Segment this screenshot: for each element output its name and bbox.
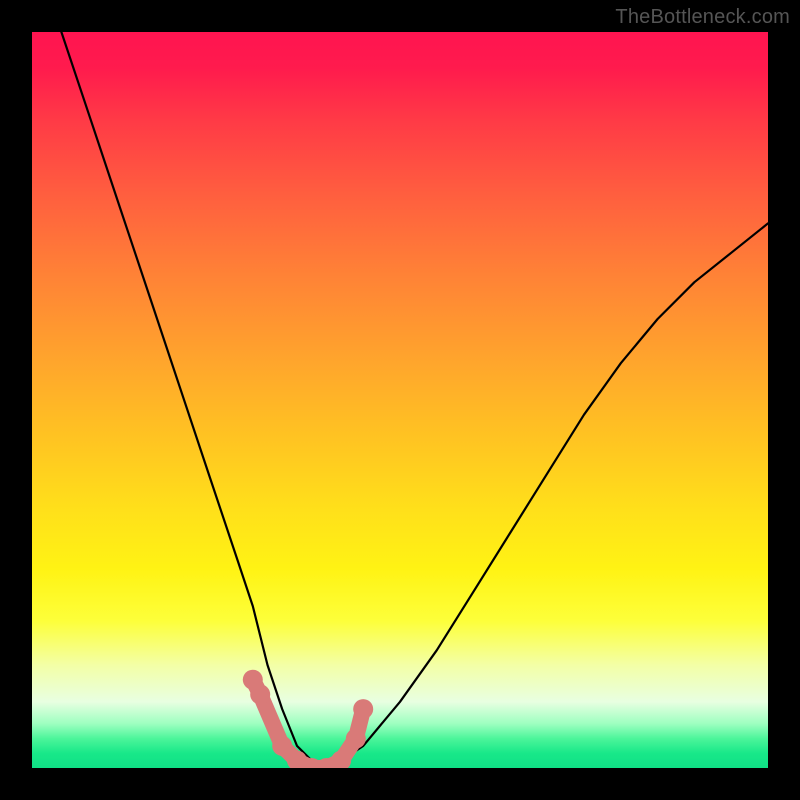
chart-frame: TheBottleneck.com — [0, 0, 800, 800]
bottleneck-curve — [61, 32, 768, 768]
marker-dot — [353, 699, 373, 719]
chart-svg — [32, 32, 768, 768]
marker-dot — [250, 684, 270, 704]
curve-markers — [243, 670, 373, 768]
watermark-text: TheBottleneck.com — [615, 6, 790, 29]
plot-area — [32, 32, 768, 768]
marker-dot — [272, 736, 292, 756]
marker-dot — [346, 729, 366, 749]
